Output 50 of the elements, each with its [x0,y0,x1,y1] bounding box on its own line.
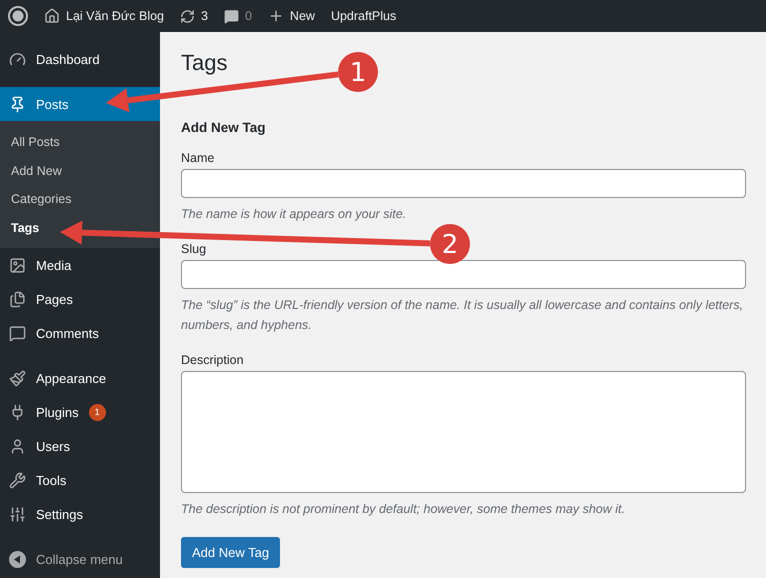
home-icon[interactable] [44,8,60,24]
sidebar-menu-item[interactable]: Dashboard [0,42,160,76]
description-field[interactable] [181,371,746,493]
site-name-link[interactable]: Lại Văn Đức Blog [66,9,164,23]
speech-bubble-icon [9,324,26,342]
field-help-text: The “slug” is the URL-friendly version of the name. It is usually all lowercase and contains only letters, numbers, and hyphens. [181,297,744,334]
submenu-item[interactable]: Tags [0,214,160,242]
sidebar-menu-item[interactable]: Posts [0,87,160,121]
submenu-item[interactable]: Categories [0,185,160,214]
pin-icon [9,96,26,112]
submenu-item[interactable]: All Posts [0,128,160,156]
wordpress-logo-icon[interactable] [8,6,28,26]
form-heading: Add New Tag [181,120,267,135]
callout-number: 1 [338,52,378,92]
sidebar-menu-item[interactable]: Users [0,429,160,463]
submenu-item[interactable]: Add New [0,156,160,185]
field-label: Name [181,151,214,165]
new-link[interactable]: New [290,9,315,23]
callout-number: 2 [430,224,470,264]
field-label: Slug [181,242,206,256]
updates-icon[interactable] [180,8,196,24]
comments-count: 0 [244,9,252,23]
user-icon [9,438,26,454]
image-icon [9,256,26,274]
text-input-field[interactable] [181,169,746,198]
update-count-badge: 1 [88,404,106,420]
add-new-tag-button[interactable]: Add New Tag [181,537,280,568]
sidebar-menu-item[interactable]: Media [0,248,160,282]
comment-icon[interactable] [224,8,239,24]
sidebar-menu-item[interactable]: Tools [0,463,160,497]
sidebar-menu-item[interactable]: Appearance [0,361,160,395]
plugin-link[interactable]: UpdraftPlus [330,9,396,23]
updates-count: 3 [201,9,208,23]
paintbrush-icon [9,370,26,386]
collapse-menu-button[interactable]: Collapse menu [0,542,160,576]
pages-icon [9,290,26,308]
text-input-field[interactable] [181,260,746,289]
wrench-icon [9,472,26,488]
sidebar-menu-item[interactable]: Pages [0,282,160,316]
sidebar-menu-item[interactable]: Comments [0,316,160,350]
sidebar-menu-item[interactable]: Plugins 1 [0,395,160,429]
plus-icon[interactable] [268,8,284,24]
field-label: Description [181,353,244,367]
page-title: Tags [181,50,228,76]
sidebar-menu-item[interactable]: Settings [0,497,160,531]
field-help-text: The description is not prominent by default; however, some themes may show it. [181,501,626,518]
field-help-text: The name is how it appears on your site. [181,206,408,223]
gauge-icon [9,50,26,68]
sliders-icon [9,506,26,522]
collapse-icon [9,550,26,568]
